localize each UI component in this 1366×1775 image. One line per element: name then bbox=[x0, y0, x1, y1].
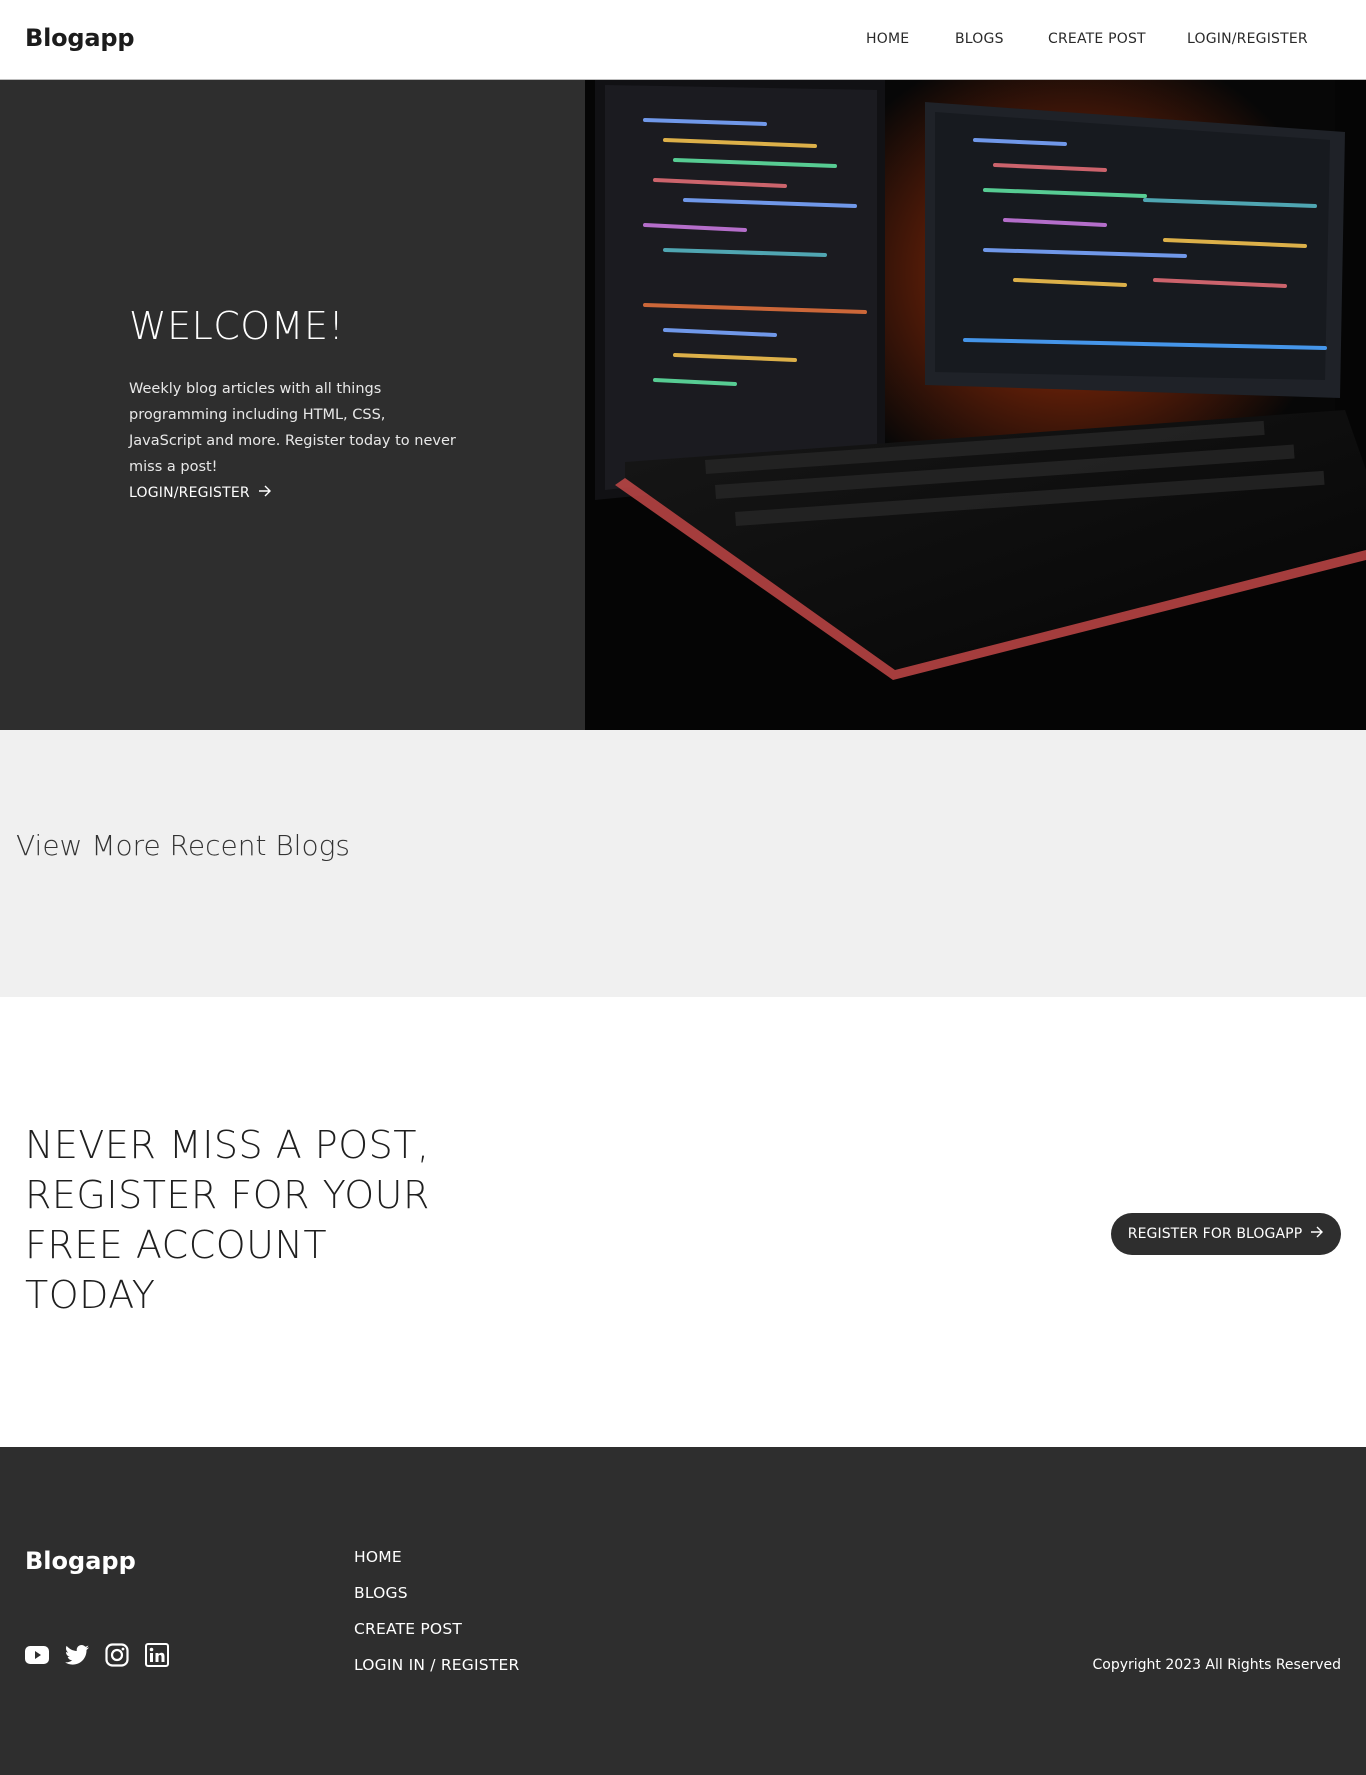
register-button-label: REGISTER FOR BLOGAPP bbox=[1127, 1226, 1303, 1242]
hero-image bbox=[585, 80, 1366, 730]
footer-nav-login-register[interactable]: LOGIN IN / REGISTER bbox=[354, 1656, 519, 1674]
hero-title: WELCOME! bbox=[129, 304, 345, 348]
footer-nav-home[interactable]: HOME bbox=[354, 1548, 402, 1566]
brand-logo[interactable]: Blogapp bbox=[25, 24, 135, 52]
site-header: Blogapp HOME BLOGS CREATE POST LOGIN/REG… bbox=[0, 0, 1366, 80]
youtube-icon[interactable] bbox=[23, 1641, 51, 1669]
twitter-icon[interactable] bbox=[63, 1641, 91, 1669]
arrow-right-icon bbox=[1310, 1225, 1324, 1243]
nav-blogs[interactable]: BLOGS bbox=[955, 31, 1004, 47]
hero-link-label: LOGIN/REGISTER bbox=[129, 485, 250, 501]
hero-description: Weekly blog articles with all things pro… bbox=[129, 381, 456, 475]
register-button[interactable]: REGISTER FOR BLOGAPP bbox=[1111, 1213, 1341, 1255]
footer-nav-blogs[interactable]: BLOGS bbox=[354, 1584, 408, 1602]
footer-nav-create-post[interactable]: CREATE POST bbox=[354, 1620, 462, 1638]
site-footer: Blogapp HOME BLOGS CREATE POST LOGIN IN … bbox=[0, 1447, 1366, 1775]
footer-brand[interactable]: Blogapp bbox=[25, 1547, 136, 1575]
nav-home[interactable]: HOME bbox=[866, 31, 909, 47]
cta-heading: NEVER MISS A POST, REGISTER FOR YOUR FRE… bbox=[25, 1123, 430, 1317]
recent-blogs-section: View More Recent Blogs bbox=[0, 730, 1366, 997]
copyright-text: Copyright 2023 All Rights Reserved bbox=[1092, 1657, 1341, 1673]
instagram-icon[interactable] bbox=[103, 1641, 131, 1669]
arrow-right-icon bbox=[258, 484, 272, 502]
nav-create-post[interactable]: CREATE POST bbox=[1048, 31, 1146, 47]
recent-blogs-title[interactable]: View More Recent Blogs bbox=[16, 829, 350, 862]
hero-login-register-link[interactable]: LOGIN/REGISTER bbox=[129, 484, 272, 502]
nav-login-register[interactable]: LOGIN/REGISTER bbox=[1187, 31, 1308, 47]
linkedin-icon[interactable] bbox=[143, 1641, 171, 1669]
